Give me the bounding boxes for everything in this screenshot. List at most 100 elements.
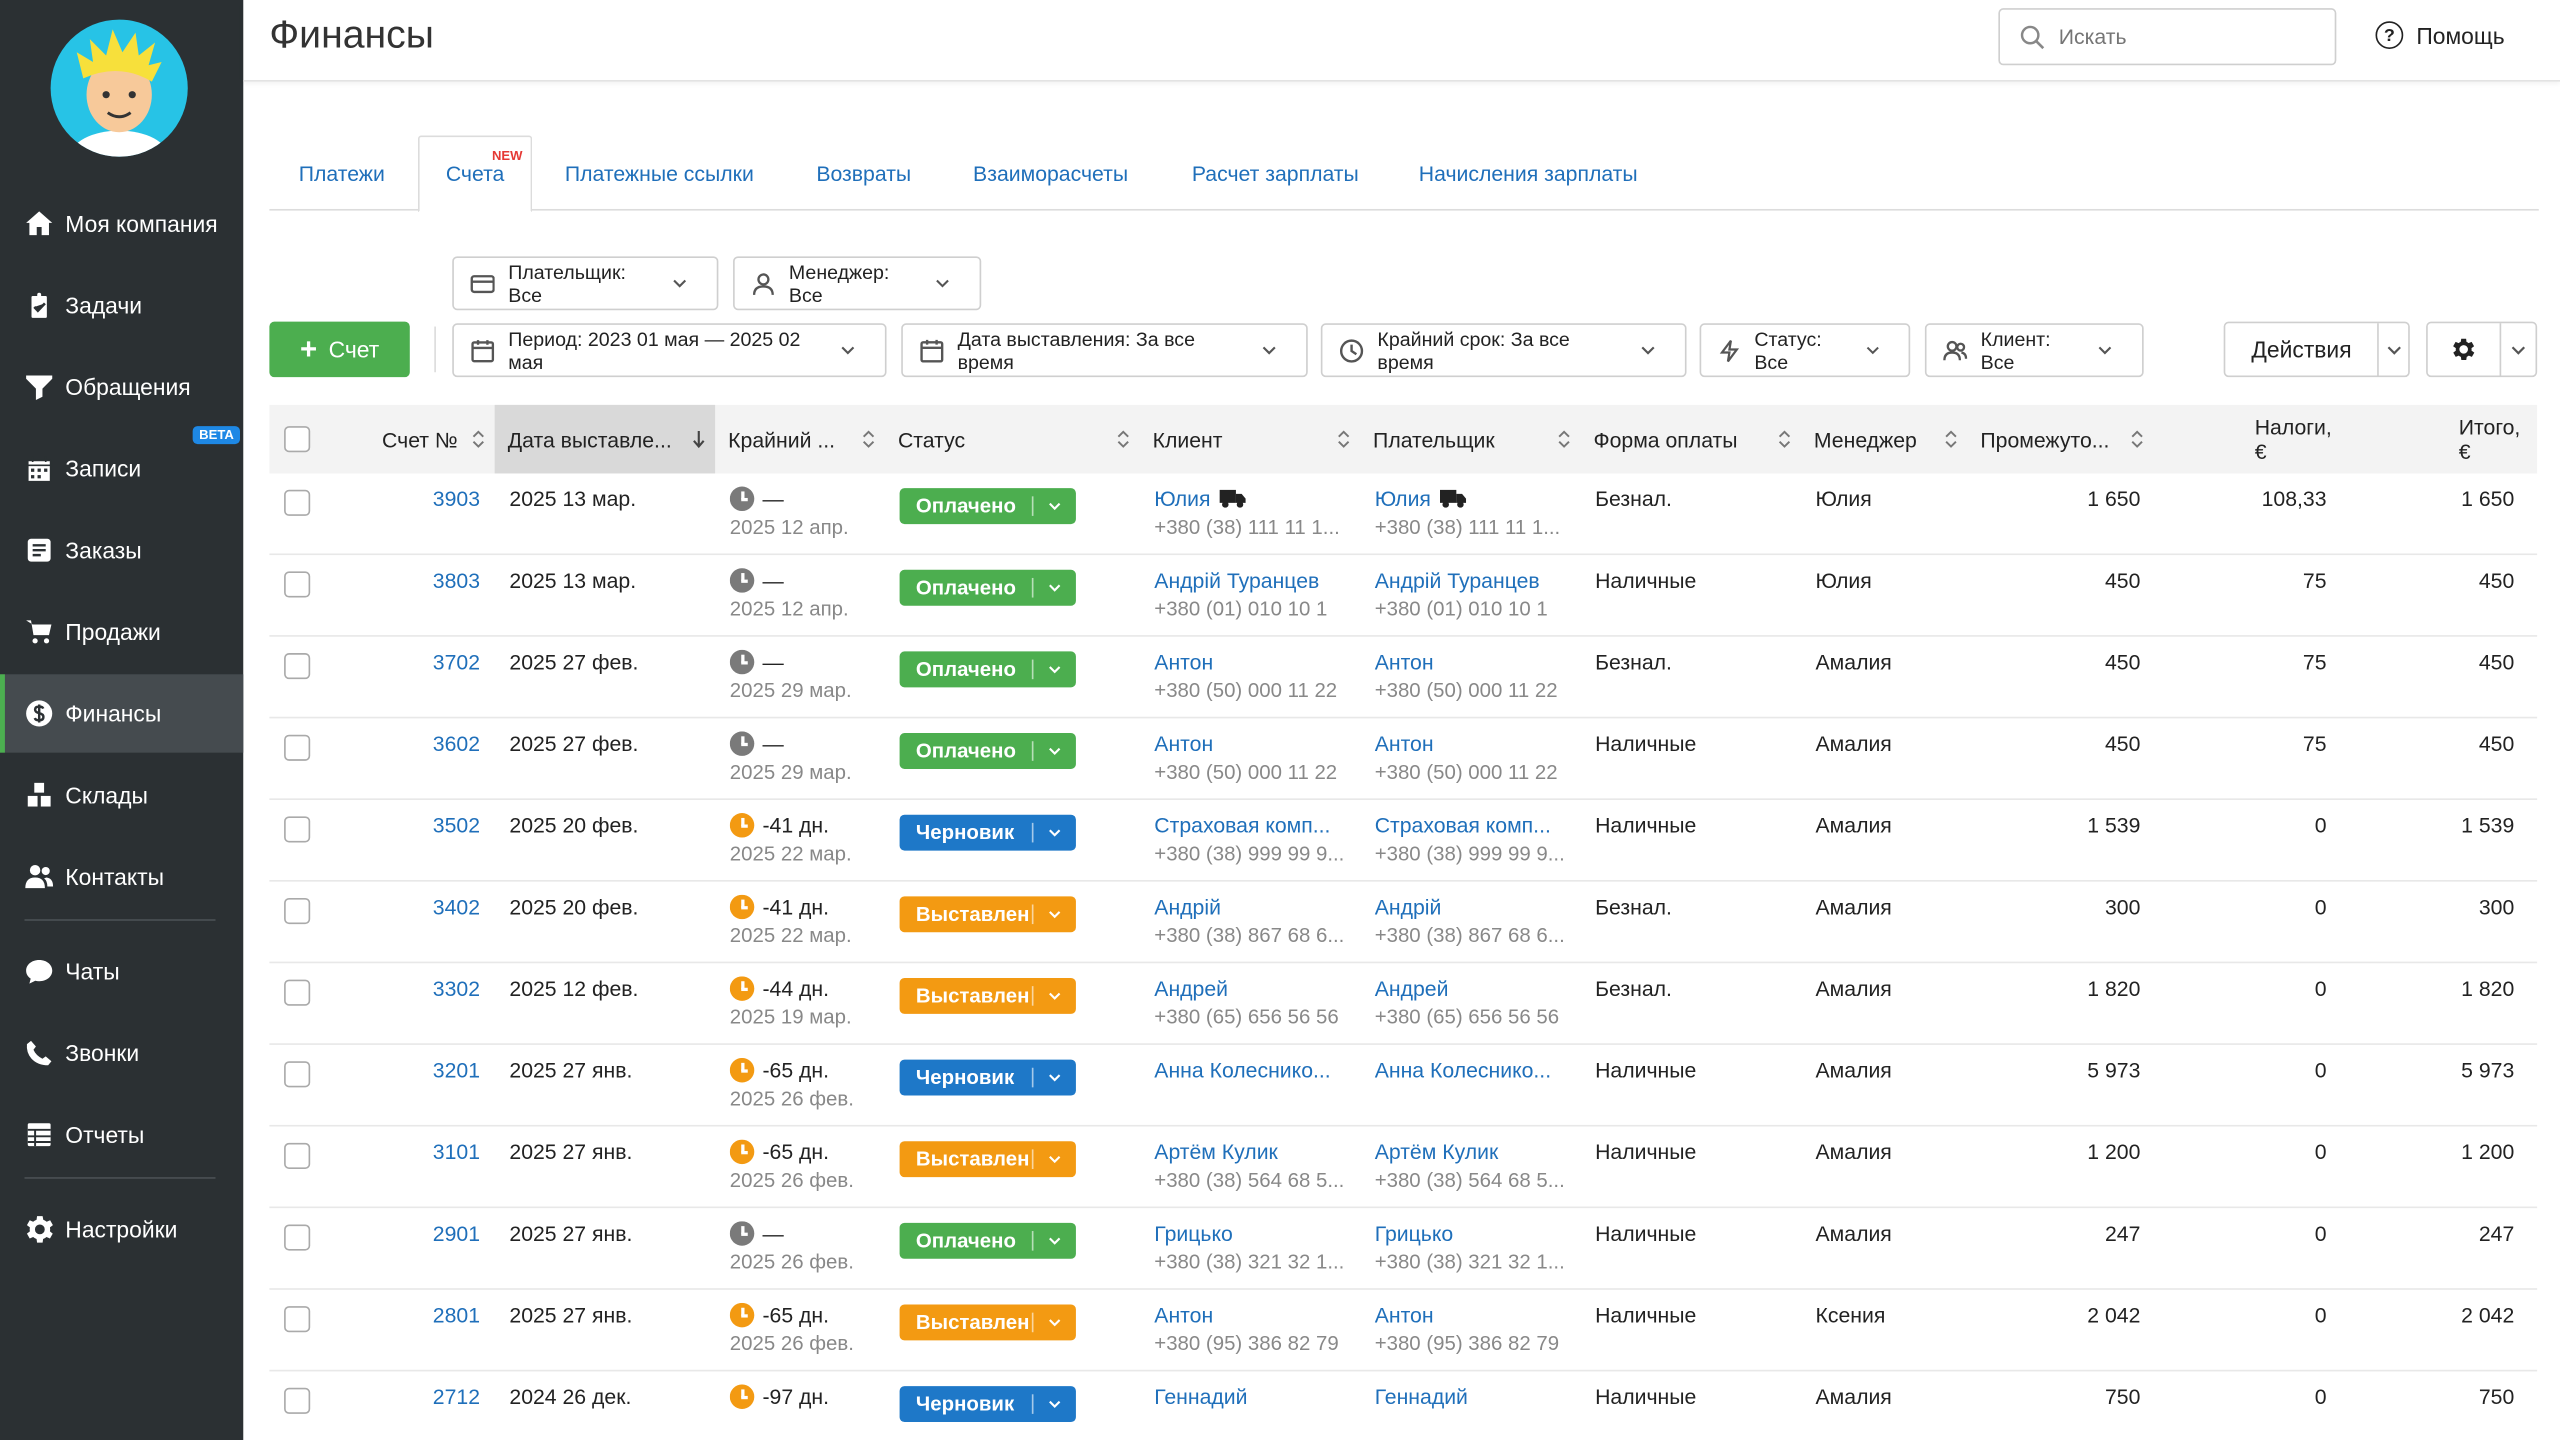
table-row[interactable]: 3702 2025 27 фев. — 2025 29 мар. Оплачено Ант… bbox=[269, 637, 2538, 719]
tab-6[interactable]: Начисления зарплаты bbox=[1419, 136, 1638, 211]
status-dropdown[interactable]: Оплачено bbox=[899, 1222, 1076, 1259]
select-all-checkbox[interactable] bbox=[284, 426, 311, 453]
invoice-number-link[interactable]: 3201 bbox=[327, 1058, 480, 1082]
row-checkbox[interactable] bbox=[284, 489, 311, 516]
issue-date-filter[interactable]: Дата выставления: За все время bbox=[901, 323, 1308, 378]
table-row[interactable]: 3201 2025 27 янв. -65 дн. 2025 26 фев. Черно… bbox=[269, 1045, 2538, 1127]
row-checkbox[interactable] bbox=[284, 571, 311, 598]
table-row[interactable]: 3101 2025 27 янв. -65 дн. 2025 26 фев. Выста… bbox=[269, 1127, 2538, 1209]
table-row[interactable]: 3502 2025 20 фев. -41 дн. 2025 22 мар. Черно… bbox=[269, 800, 2538, 882]
table-row[interactable]: 3803 2025 13 мар. — 2025 12 апр. Оплачено Анд… bbox=[269, 555, 2538, 637]
invoice-number-link[interactable]: 3702 bbox=[327, 650, 480, 674]
period-filter[interactable]: Период: 2023 01 мая — 2025 02 мая bbox=[452, 323, 887, 378]
invoice-number-link[interactable]: 2801 bbox=[327, 1303, 480, 1327]
payer-link[interactable]: Антон bbox=[1375, 731, 1434, 755]
column-header-tax[interactable]: Налоги, € bbox=[2153, 405, 2337, 474]
payer-link[interactable]: Геннадий bbox=[1375, 1384, 1468, 1408]
client-link[interactable]: Антон bbox=[1154, 731, 1213, 755]
payer-link[interactable]: Грицько bbox=[1375, 1221, 1454, 1245]
table-row[interactable]: 2801 2025 27 янв. -65 дн. 2025 26 фев. Выста… bbox=[269, 1290, 2538, 1372]
payer-link[interactable]: Страховая комп... bbox=[1375, 813, 1551, 837]
invoice-number-link[interactable]: 3302 bbox=[327, 976, 480, 1000]
status-dropdown[interactable]: Выставлен bbox=[899, 1141, 1076, 1178]
status-dropdown[interactable]: Черновик bbox=[899, 1386, 1076, 1423]
help-button[interactable]: ? Помощь bbox=[2375, 21, 2505, 49]
status-dropdown[interactable]: Оплачено bbox=[899, 651, 1076, 688]
sidebar-item-home[interactable]: Моя компания bbox=[0, 184, 243, 262]
sidebar-item-clipboard-check[interactable]: Задачи bbox=[0, 266, 243, 344]
client-filter[interactable]: Клиент: Все bbox=[1924, 323, 2144, 378]
client-link[interactable]: Грицько bbox=[1154, 1221, 1233, 1245]
actions-button[interactable]: Действия bbox=[2223, 321, 2410, 378]
invoice-number-link[interactable]: 3602 bbox=[327, 731, 480, 755]
payer-link[interactable]: Антон bbox=[1375, 1303, 1434, 1327]
client-link[interactable]: Андрей bbox=[1154, 976, 1228, 1000]
row-checkbox[interactable] bbox=[284, 897, 311, 925]
user-avatar[interactable] bbox=[50, 19, 188, 157]
payer-link[interactable]: Андрій Туранцев bbox=[1375, 568, 1540, 592]
column-header-payment-form[interactable]: Форма оплаты bbox=[1580, 405, 1800, 474]
client-link[interactable]: Андрій Туранцев bbox=[1154, 568, 1319, 592]
client-link[interactable]: Антон bbox=[1154, 650, 1213, 674]
add-invoice-button[interactable]: + Счет bbox=[269, 321, 410, 378]
chevron-down-icon[interactable] bbox=[2379, 323, 2408, 375]
column-header-client[interactable]: Клиент bbox=[1140, 405, 1360, 474]
status-dropdown[interactable]: Выставлен bbox=[899, 977, 1076, 1014]
client-link[interactable]: Геннадий bbox=[1154, 1384, 1247, 1408]
table-row[interactable]: 3402 2025 20 фев. -41 дн. 2025 22 мар. Выста… bbox=[269, 882, 2538, 964]
table-row[interactable]: 3602 2025 27 фев. — 2025 29 мар. Оплачено Ант… bbox=[269, 718, 2538, 800]
payer-link[interactable]: Антон bbox=[1375, 650, 1434, 674]
column-header-issue-date[interactable]: Дата выставле... bbox=[494, 404, 716, 474]
invoice-number-link[interactable]: 3502 bbox=[327, 813, 480, 837]
invoice-number-link[interactable]: 3101 bbox=[327, 1140, 480, 1164]
status-filter[interactable]: Статус: Все bbox=[1699, 323, 1911, 378]
sidebar-item-gear[interactable]: Настройки bbox=[0, 1190, 243, 1268]
row-checkbox[interactable] bbox=[284, 979, 311, 1006]
client-link[interactable]: Анна Колеснико... bbox=[1154, 1058, 1330, 1082]
settings-button[interactable] bbox=[2426, 321, 2538, 378]
row-checkbox[interactable] bbox=[284, 816, 311, 843]
table-row[interactable]: 3302 2025 12 фев. -44 дн. 2025 19 мар. Выста… bbox=[269, 963, 2538, 1045]
column-header-payer[interactable]: Плательщик bbox=[1360, 405, 1580, 474]
status-dropdown[interactable]: Черновик bbox=[899, 1059, 1076, 1096]
row-checkbox[interactable] bbox=[284, 653, 311, 680]
deadline-filter[interactable]: Крайний срок: За все время bbox=[1320, 323, 1687, 378]
payer-link[interactable]: Андрей bbox=[1375, 976, 1449, 1000]
tab-2[interactable]: Платежные ссылки bbox=[565, 136, 754, 211]
row-checkbox[interactable] bbox=[284, 734, 311, 761]
column-header-invoice-number[interactable]: Счет № bbox=[327, 405, 495, 474]
search-box[interactable] bbox=[1998, 8, 2337, 66]
client-link[interactable]: Юлия bbox=[1154, 487, 1210, 511]
sidebar-item-phone[interactable]: Звонки bbox=[0, 1014, 243, 1092]
invoice-number-link[interactable]: 3803 bbox=[327, 568, 480, 592]
payer-link[interactable]: Анна Колеснико... bbox=[1375, 1058, 1551, 1082]
search-input[interactable] bbox=[2058, 24, 2304, 49]
status-dropdown[interactable]: Выставлен bbox=[899, 1304, 1076, 1341]
row-checkbox[interactable] bbox=[284, 1224, 311, 1251]
table-row[interactable]: 2901 2025 27 янв. — 2025 26 фев. Оплачено Гри… bbox=[269, 1208, 2538, 1290]
column-header-subtotal[interactable]: Промежуто... bbox=[1967, 405, 2153, 474]
tab-5[interactable]: Расчет зарплаты bbox=[1192, 136, 1359, 211]
tab-3[interactable]: Возвраты bbox=[816, 136, 911, 211]
invoice-number-link[interactable]: 2712 bbox=[327, 1384, 480, 1408]
column-header-status[interactable]: Статус bbox=[885, 405, 1140, 474]
tab-0[interactable]: Платежи bbox=[299, 136, 385, 211]
sidebar-item-cart[interactable]: Продажи bbox=[0, 593, 243, 671]
tab-4[interactable]: Взаиморасчеты bbox=[973, 136, 1128, 211]
column-header-manager[interactable]: Менеджер bbox=[1801, 405, 1968, 474]
payer-link[interactable]: Андрій bbox=[1375, 895, 1442, 919]
status-dropdown[interactable]: Черновик bbox=[899, 814, 1076, 851]
client-link[interactable]: Страховая комп... bbox=[1154, 813, 1330, 837]
sidebar-item-chat[interactable]: Чаты bbox=[0, 932, 243, 1010]
invoice-number-link[interactable]: 3402 bbox=[327, 895, 480, 919]
gear-icon[interactable] bbox=[2428, 323, 2502, 376]
sidebar-item-report[interactable]: Отчеты bbox=[0, 1096, 243, 1174]
row-checkbox[interactable] bbox=[284, 1387, 311, 1414]
payer-link[interactable]: Артём Кулик bbox=[1375, 1140, 1499, 1164]
invoice-number-link[interactable]: 2901 bbox=[327, 1221, 480, 1245]
column-header-deadline[interactable]: Крайний ... bbox=[715, 405, 885, 474]
chevron-down-icon[interactable] bbox=[2501, 323, 2535, 375]
column-header-total[interactable]: Итого, € bbox=[2338, 405, 2537, 474]
sidebar-item-funnel[interactable]: Обращения bbox=[0, 348, 243, 426]
payer-link[interactable]: Юлия bbox=[1375, 487, 1431, 511]
